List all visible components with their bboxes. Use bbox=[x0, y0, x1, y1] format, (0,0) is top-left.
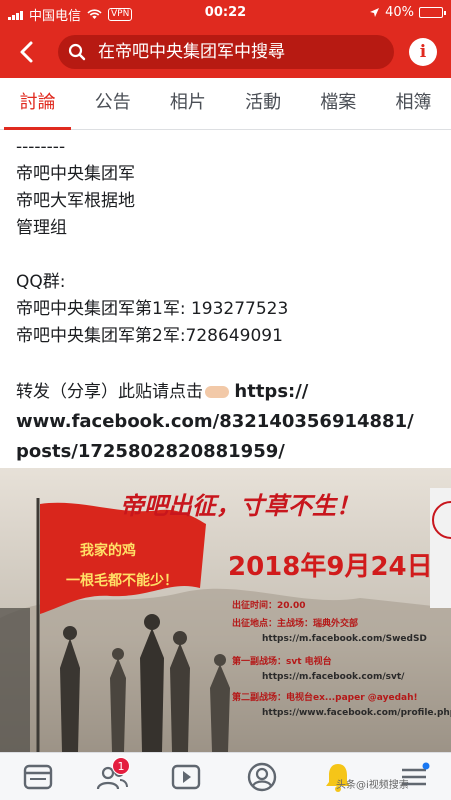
news-feed-icon[interactable] bbox=[20, 759, 56, 795]
tab-events[interactable]: 活動 bbox=[226, 78, 301, 129]
post-image[interactable]: 帝吧出征，寸草不生！ 我家的鸡 一根毛都不能少！ 2018年9月24日 出征时间… bbox=[0, 468, 451, 752]
search-icon bbox=[68, 43, 86, 61]
post-body: -------- 帝吧中央集团军 帝吧大军根据地 管理组 QQ群: 帝吧中央集团… bbox=[16, 134, 436, 467]
tab-photos[interactable]: 相片 bbox=[150, 78, 225, 129]
post-link[interactable]: www.facebook.com/832140356914881/ bbox=[16, 407, 436, 437]
post-line: 帝吧中央集团军第2军:728649091 bbox=[16, 326, 283, 346]
post-line: 管理组 bbox=[16, 218, 67, 238]
poster-detail: 出征地点：主战场：瑞典外交部 bbox=[232, 619, 359, 629]
poster-detail: https://m.facebook.com/svt/ bbox=[262, 672, 405, 682]
post-spacer bbox=[16, 350, 436, 377]
poster-detail: 第一副战场：svt 电视台 bbox=[232, 657, 332, 667]
location-arrow-icon bbox=[370, 8, 380, 17]
poster-detail: https://www.facebook.com/profile.php?id= bbox=[262, 708, 451, 718]
profile-icon[interactable] bbox=[244, 759, 280, 795]
flag-text-2: 一根毛都不能少！ bbox=[66, 573, 178, 589]
tab-discussion[interactable]: 討論 bbox=[0, 78, 75, 130]
post-link[interactable]: posts/1725802820881959/ bbox=[16, 437, 436, 467]
tab-files[interactable]: 檔案 bbox=[301, 78, 376, 129]
share-line: 转发（分享）此贴请点击 https:// bbox=[16, 377, 436, 407]
friends-tab[interactable]: 1 bbox=[94, 757, 130, 795]
status-right: 40% bbox=[369, 5, 446, 20]
poster-detail: https://m.facebook.com/SwedSD bbox=[262, 634, 427, 644]
tab-announcements[interactable]: 公告 bbox=[75, 78, 150, 129]
watch-video-icon[interactable] bbox=[168, 759, 204, 795]
post-line: -------- bbox=[16, 137, 66, 157]
post-line: 帝吧中央集团军第1军: 193277523 bbox=[16, 299, 289, 319]
group-tabs: 討論 公告 相片 活動 檔案 相簿 bbox=[0, 78, 451, 130]
back-arrow-icon[interactable] bbox=[14, 38, 40, 66]
post-line: 帝吧大军根据地 bbox=[16, 191, 135, 211]
pointing-hand-icon bbox=[205, 386, 229, 398]
poster-date: 2018年9月24日 bbox=[228, 552, 433, 582]
poster-title: 帝吧出征，寸草不生！ bbox=[120, 491, 360, 520]
poster-detail: 出征时间：20.00 bbox=[232, 601, 306, 611]
info-icon[interactable]: i bbox=[409, 38, 437, 66]
search-input[interactable] bbox=[98, 39, 388, 65]
tab-albums[interactable]: 相簿 bbox=[376, 78, 451, 129]
battery-percent: 40% bbox=[385, 5, 414, 20]
post-link[interactable]: https:// bbox=[234, 381, 308, 402]
search-bar[interactable] bbox=[58, 35, 394, 69]
flag-text-1: 我家的鸡 bbox=[80, 543, 136, 559]
friends-badge: 1 bbox=[112, 757, 130, 775]
watermark: 头条@i视频搜索 bbox=[336, 780, 409, 791]
status-bar: 中国电信 VPN 00:22 40% bbox=[0, 0, 451, 26]
nav-bar: i bbox=[0, 26, 451, 78]
post-line: QQ群: bbox=[16, 272, 66, 292]
share-text: 转发（分享）此贴请点击 bbox=[16, 382, 203, 402]
post-line: 帝吧中央集团军 bbox=[16, 164, 135, 184]
battery-icon bbox=[419, 7, 446, 18]
poster-detail: 第二副战场：电视台ex...paper @ayedah! bbox=[232, 693, 418, 703]
post-spacer bbox=[16, 242, 436, 269]
